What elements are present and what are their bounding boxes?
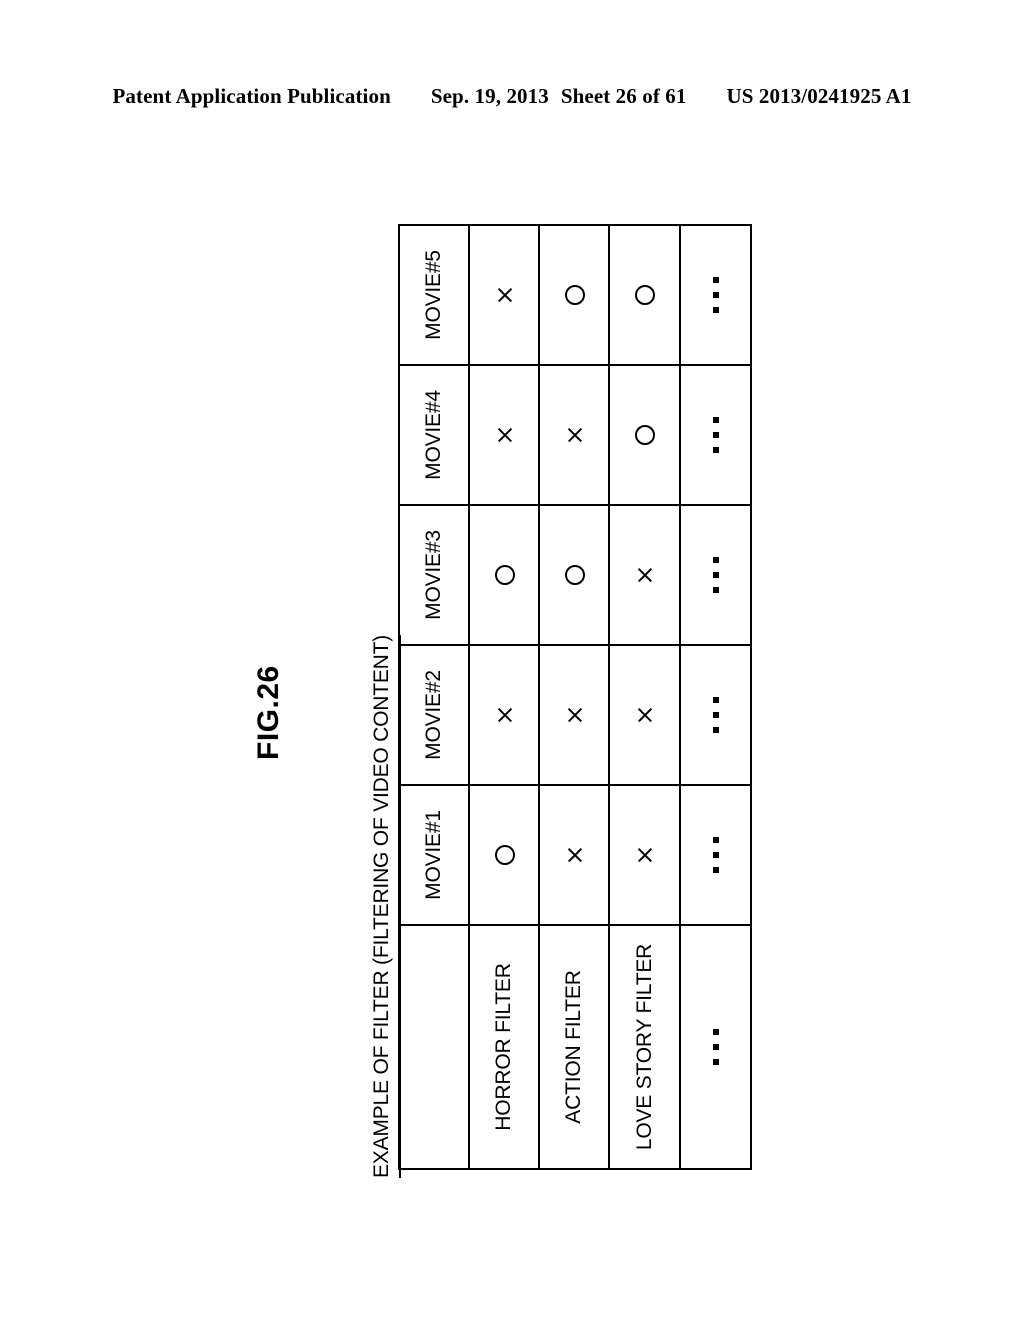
ellipsis-icon	[712, 697, 719, 733]
cell-r2-c5	[539, 225, 610, 365]
column-header-movie-2: MOVIE#2	[399, 645, 469, 785]
patent-date: Sep. 19, 2013	[430, 84, 549, 108]
cell-r4-c1	[679, 785, 751, 925]
cell-r2-c1	[539, 785, 610, 925]
table-row	[679, 225, 751, 1169]
cell-r1-c1	[469, 785, 540, 925]
cross-icon	[496, 426, 514, 444]
cross-icon	[566, 846, 584, 864]
cell-r1-c2	[469, 645, 540, 785]
filter-table-header: MOVIE#1 MOVIE#2 MOVIE#3 MOVIE#4 MOVIE#5	[399, 225, 469, 1169]
filter-table-container: MOVIE#1 MOVIE#2 MOVIE#3 MOVIE#4 MOVIE#5 …	[398, 224, 752, 1170]
cross-icon	[636, 846, 654, 864]
column-header-movie-3: MOVIE#3	[399, 505, 469, 645]
circle-icon	[564, 565, 585, 585]
circle-icon	[564, 285, 585, 305]
cell-r2-c4	[539, 365, 610, 505]
patent-publication-number: US 2013/0241925 A1	[726, 84, 912, 108]
patent-sheet-number: Sheet 26 of 61	[560, 84, 687, 108]
patent-publication-label: Patent Application Publication	[112, 84, 391, 108]
cell-r3-c3	[609, 505, 680, 645]
cell-r1-c3	[469, 505, 540, 645]
filter-table-body: HORROR FILTER ACTION FILTER LOVE STORY FIL…	[469, 225, 751, 1169]
patent-header: Patent Application Publication Sep. 19, …	[0, 84, 1024, 118]
column-header-movie-5: MOVIE#5	[399, 225, 469, 365]
ellipsis-icon	[712, 1029, 719, 1065]
cell-r3-c4	[609, 365, 680, 505]
ellipsis-icon	[712, 837, 719, 873]
cell-r4-c3	[679, 505, 751, 645]
circle-icon	[494, 565, 515, 585]
cell-r2-c3	[539, 505, 610, 645]
circle-icon	[635, 425, 656, 445]
ellipsis-icon	[712, 277, 719, 313]
cell-r2-c2	[539, 645, 610, 785]
ellipsis-icon	[712, 557, 719, 593]
table-row: HORROR FILTER	[469, 225, 540, 1169]
row-header-action-filter: ACTION FILTER	[539, 925, 610, 1169]
table-row: ACTION FILTER	[539, 225, 610, 1169]
figure-label: FIG.26	[252, 665, 285, 760]
row-header-ellipsis	[679, 925, 751, 1169]
cross-icon	[496, 706, 514, 724]
cell-r1-c4	[469, 365, 540, 505]
cell-r4-c4	[679, 365, 751, 505]
cross-icon	[566, 706, 584, 724]
column-header-movie-1: MOVIE#1	[399, 785, 469, 925]
cross-icon	[636, 706, 654, 724]
cell-r3-c1	[609, 785, 680, 925]
table-header-row: MOVIE#1 MOVIE#2 MOVIE#3 MOVIE#4 MOVIE#5	[399, 225, 469, 1169]
column-header-movie-4: MOVIE#4	[399, 365, 469, 505]
circle-icon	[494, 845, 515, 865]
table-row: LOVE STORY FILTER	[609, 225, 680, 1169]
circle-icon	[635, 285, 656, 305]
table-corner-cell	[399, 925, 469, 1169]
cell-r1-c5	[469, 225, 540, 365]
cell-r4-c5	[679, 225, 751, 365]
cell-r3-c5	[609, 225, 680, 365]
row-header-love-story-filter: LOVE STORY FILTER	[609, 925, 680, 1169]
ellipsis-icon	[712, 417, 719, 453]
filter-table: MOVIE#1 MOVIE#2 MOVIE#3 MOVIE#4 MOVIE#5 …	[398, 224, 752, 1170]
row-header-horror-filter: HORROR FILTER	[469, 925, 540, 1169]
cross-icon	[496, 286, 514, 304]
figure-caption: EXAMPLE OF FILTER (FILTERING OF VIDEO CO…	[370, 634, 401, 1178]
cell-r4-c2	[679, 645, 751, 785]
cross-icon	[636, 566, 654, 584]
cell-r3-c2	[609, 645, 680, 785]
cross-icon	[566, 426, 584, 444]
